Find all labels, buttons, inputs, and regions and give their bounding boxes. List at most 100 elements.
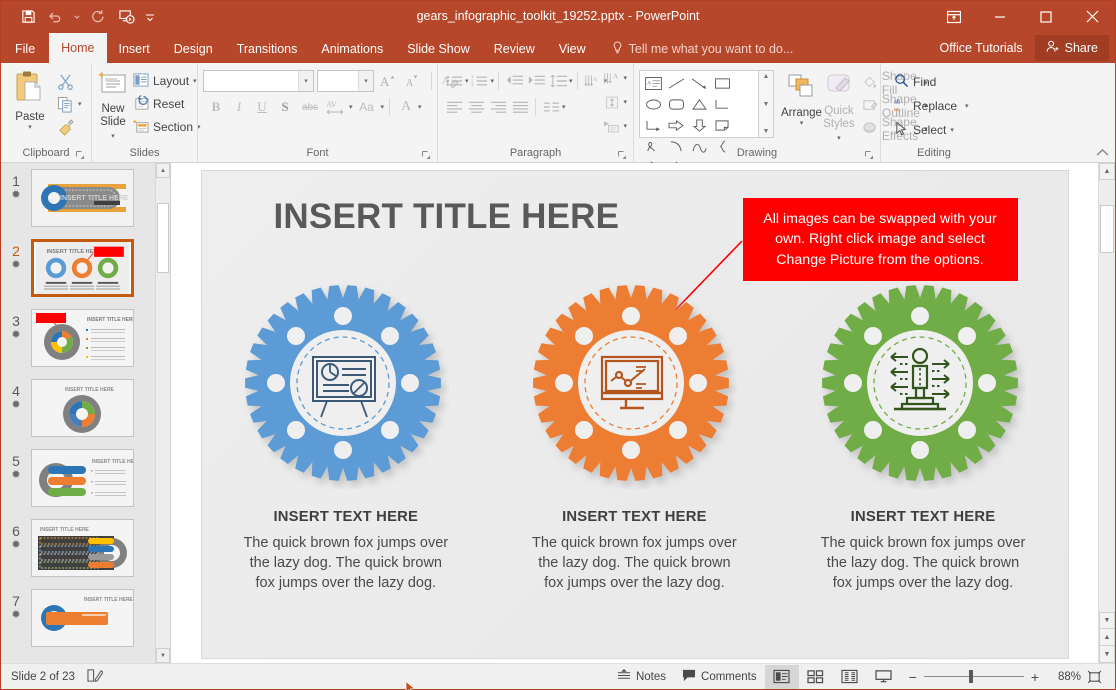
thumbnail-preview[interactable]: INSERT TITLE HERE (31, 519, 134, 577)
thumbnail-preview[interactable]: INSERT TITLE HERE (31, 379, 134, 437)
line-spacing-caret-icon[interactable]: ▾ (569, 78, 573, 85)
shape-rounded-rect-icon[interactable] (665, 94, 688, 115)
slide-title[interactable]: INSERT TITLE HERE (274, 197, 620, 237)
animation-star-icon[interactable]: ✹ (1, 189, 31, 201)
paste-caret-icon[interactable]: ▾ (28, 124, 32, 131)
italic-button[interactable]: I (228, 96, 250, 118)
thumbnail-scroll-down-icon[interactable]: ▼ (156, 648, 170, 663)
shape-oval-icon[interactable] (642, 94, 665, 115)
tab-transitions[interactable]: Transitions (225, 35, 310, 63)
font-name-caret-icon[interactable]: ▾ (298, 71, 313, 91)
thumbnail-preview[interactable]: INSERT TITLE HERE (31, 589, 134, 647)
zoom-level[interactable]: 88% (1047, 671, 1081, 683)
bold-button[interactable]: B (205, 96, 227, 118)
customize-qat-icon[interactable] (141, 5, 159, 29)
comments-button[interactable]: Comments (674, 666, 765, 688)
paragraph-dialog-launcher[interactable] (618, 151, 628, 161)
reset-button[interactable]: Reset (129, 93, 205, 115)
next-slide-icon[interactable]: ▼ (1099, 646, 1115, 663)
tab-view[interactable]: View (547, 35, 598, 63)
column-heading-1[interactable]: INSERT TEXT HERE (273, 509, 418, 525)
minimize-icon[interactable] (977, 1, 1023, 32)
change-case-button[interactable]: Aa (354, 96, 380, 118)
cut-button[interactable] (54, 70, 76, 92)
slide-sorter-view-button[interactable] (799, 665, 833, 689)
thumbnail-slide-7[interactable]: 7 ✹ INSERT TITLE HERE (1, 589, 170, 659)
new-slide-button[interactable]: New Slide ▾ (97, 68, 129, 142)
numbering-button[interactable]: 123 (469, 70, 491, 92)
column-body-3[interactable]: The quick brown fox jumps over the lazy … (820, 533, 1025, 593)
animation-star-icon[interactable]: ✹ (1, 329, 31, 341)
office-tutorials-link[interactable]: Office Tutorials (928, 41, 1035, 55)
tell-me-box[interactable]: Tell me what you want to do... (612, 35, 794, 63)
zoom-track[interactable] (924, 676, 1024, 677)
gallery-scroll-up-icon[interactable]: ▲ (763, 73, 770, 80)
increase-indent-button[interactable] (525, 70, 547, 92)
thumbnail-scroll-up-icon[interactable]: ▲ (156, 163, 170, 178)
underline-button[interactable]: U (251, 96, 273, 118)
previous-slide-icon[interactable]: ▲ (1099, 629, 1115, 646)
tab-insert[interactable]: Insert (107, 35, 162, 63)
thumbnail-scrollbar-thumb[interactable] (157, 203, 169, 273)
redo-icon[interactable] (71, 5, 83, 29)
animation-star-icon[interactable]: ✹ (1, 399, 31, 411)
zoom-in-button[interactable]: + (1031, 669, 1039, 685)
repeat-icon[interactable] (85, 5, 111, 29)
notes-button[interactable]: Notes (609, 666, 674, 688)
change-case-caret-icon[interactable]: ▾ (381, 104, 385, 111)
font-name-combo[interactable]: ▾ (203, 70, 314, 92)
center-button[interactable] (465, 96, 487, 118)
font-color-caret-icon[interactable]: ▾ (418, 104, 422, 111)
slide-thumbnail-pane[interactable]: 1 ✹ INSERT TITLE HERE (1, 163, 171, 663)
arrange-caret-icon[interactable]: ▾ (800, 120, 804, 127)
column-heading-2[interactable]: INSERT TEXT HERE (562, 509, 707, 525)
shape-elbow-arrow-icon[interactable] (642, 115, 665, 136)
thumbnail-slide-2[interactable]: 2 ✹ INSERT TITLE HERE (1, 239, 170, 309)
thumbnail-preview[interactable]: INSERT TITLE HERE (31, 309, 134, 367)
collapse-ribbon-button[interactable] (1096, 148, 1109, 160)
fit-to-window-button[interactable] (1081, 665, 1107, 689)
slide-canvas[interactable]: INSERT TITLE HERE All images can be swap… (202, 171, 1068, 658)
text-direction-button[interactable]: A (582, 70, 604, 92)
maximize-icon[interactable] (1023, 1, 1069, 32)
zoom-out-button[interactable]: − (909, 669, 917, 685)
align-left-button[interactable] (443, 96, 465, 118)
strikethrough-button[interactable]: abc (297, 96, 323, 118)
convert-to-smartart-caret-icon[interactable]: ▾ (623, 123, 627, 130)
canvas-scrollbar[interactable]: ▲ ▼ ▲ ▼ (1098, 163, 1115, 663)
undo-icon[interactable] (43, 5, 69, 29)
canvas-scrollbar-thumb[interactable] (1100, 205, 1114, 253)
save-icon[interactable] (15, 5, 41, 29)
character-spacing-caret-icon[interactable]: ▾ (349, 104, 353, 111)
close-icon[interactable] (1069, 1, 1115, 32)
shape-triangle-icon[interactable] (688, 94, 711, 115)
scroll-down-icon[interactable]: ▼ (1099, 612, 1115, 629)
vertical-align-button[interactable] (601, 91, 623, 113)
replace-button[interactable]: abac Replace ▾ (890, 95, 973, 117)
align-text-button[interactable]: A (601, 67, 623, 89)
thumbnail-slide-3[interactable]: 3 ✹ (1, 309, 170, 379)
replace-caret-icon[interactable]: ▾ (965, 103, 969, 110)
thumbnail-preview[interactable]: INSERT TITLE HERE (31, 449, 134, 507)
shapes-gallery-scrollbar[interactable]: ▲ ▼ ▼ (759, 70, 774, 138)
shape-arrow-icon[interactable] (688, 73, 711, 94)
zoom-knob[interactable] (969, 670, 973, 683)
select-button[interactable]: Select ▾ (890, 119, 973, 141)
copy-caret-icon[interactable]: ▾ (76, 101, 82, 108)
callout-textbox[interactable]: All images can be swapped with your own.… (743, 198, 1018, 281)
format-painter-button[interactable] (54, 116, 76, 138)
thumbnail-slide-5[interactable]: 5 ✹ INSERT TITLE HERE (1, 449, 170, 519)
shape-elbow-connector-icon[interactable] (711, 94, 734, 115)
layout-button[interactable]: Layout ▾ (129, 70, 205, 92)
increase-font-size-button[interactable]: A (377, 70, 399, 92)
tab-file[interactable]: File (1, 35, 49, 63)
justify-button[interactable] (509, 96, 531, 118)
ribbon-display-options-icon[interactable] (931, 1, 977, 32)
reading-view-button[interactable] (833, 665, 867, 689)
clipboard-dialog-launcher[interactable] (76, 151, 86, 161)
select-caret-icon[interactable]: ▾ (950, 127, 954, 134)
font-size-caret-icon[interactable]: ▾ (358, 71, 373, 91)
drawing-dialog-launcher[interactable] (865, 151, 875, 161)
spell-check-icon[interactable] (87, 668, 103, 686)
column-body-1[interactable]: The quick brown fox jumps over the lazy … (243, 533, 448, 593)
